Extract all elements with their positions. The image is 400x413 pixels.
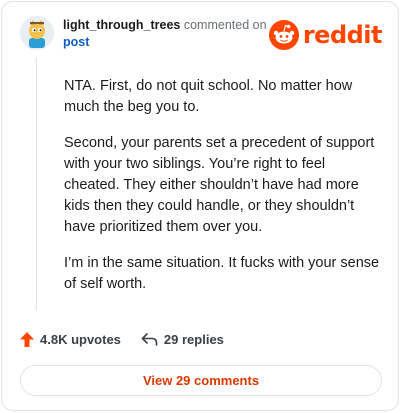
comment-header: light_through_trees commented on post <box>63 17 267 51</box>
avatar-icon <box>20 16 54 50</box>
reddit-logo[interactable]: reddit <box>268 20 383 50</box>
thread-line[interactable] <box>36 58 37 310</box>
reddit-wordmark: reddit <box>302 21 383 49</box>
commented-on-label: commented on <box>183 18 267 32</box>
reddit-snoo-icon <box>268 20 299 50</box>
comment-paragraph: NTA. First, do not quit school. No matte… <box>64 78 353 115</box>
reply-arrow-icon <box>141 333 158 346</box>
comment-paragraph: I’m in the same situation. It fucks with… <box>64 255 380 292</box>
comment-actions: 4.8K upvotes 29 replies <box>20 332 244 347</box>
comment-card: light_through_trees commented on post re… <box>1 1 399 411</box>
replies-button[interactable]: 29 replies <box>141 332 224 347</box>
avatar[interactable] <box>20 16 54 50</box>
view-comments-button[interactable]: View 29 comments <box>20 365 382 396</box>
post-link[interactable]: post <box>63 34 267 51</box>
upvote-count: 4.8K upvotes <box>40 332 121 347</box>
comment-body: NTA. First, do not quit school. No matte… <box>64 76 382 310</box>
username[interactable]: light_through_trees <box>63 18 180 32</box>
reply-count: 29 replies <box>163 332 224 347</box>
comment-paragraph: Second, your parents set a precedent of … <box>64 135 375 235</box>
upvote-button[interactable]: 4.8K upvotes <box>20 332 121 347</box>
upvote-arrow-icon <box>20 332 34 347</box>
